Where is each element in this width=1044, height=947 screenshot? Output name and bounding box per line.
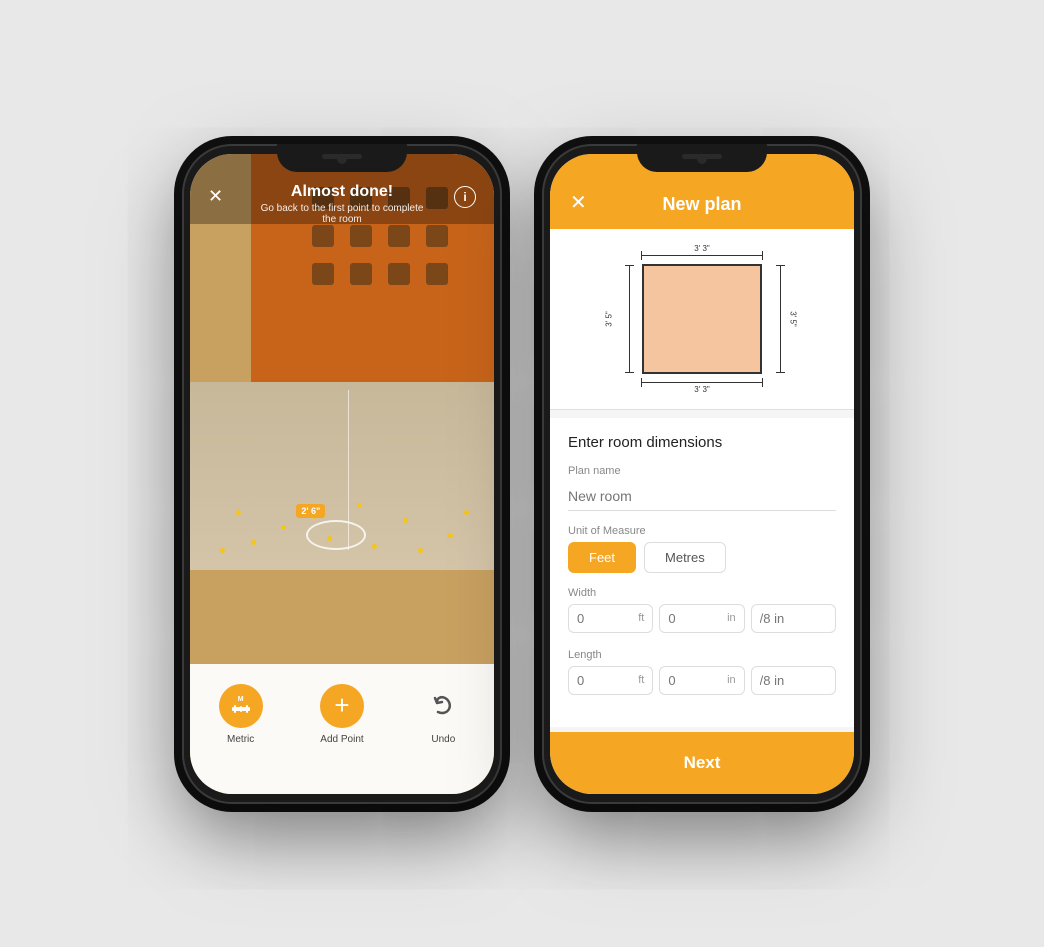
width-ft-unit: ft (638, 612, 644, 624)
feet-button[interactable]: Feet (568, 542, 636, 573)
ar-dot (448, 533, 453, 538)
form-screen: ✕ New plan 3' 3" (550, 154, 854, 794)
length-in-unit: in (727, 674, 736, 686)
ar-screen: 2' 6" ✕ Almost done! Go back to the firs… (190, 154, 494, 794)
width-frac-group (751, 604, 836, 633)
diagram-container: 3' 3" 3' 3" (622, 249, 782, 389)
width-frac-input[interactable] (760, 611, 827, 626)
length-in-input[interactable] (668, 673, 727, 688)
width-label: Width (568, 587, 836, 599)
form-body: 3' 3" 3' 3" (550, 229, 854, 732)
length-ft-group: ft (568, 666, 653, 695)
wall-hole (426, 263, 448, 285)
section-title: Enter room dimensions (568, 434, 836, 451)
next-button[interactable]: Next (568, 753, 836, 773)
wall-hole (312, 225, 334, 247)
left-phone: 2' 6" ✕ Almost done! Go back to the firs… (182, 144, 502, 804)
dim-line-left: 3' 5" (629, 265, 630, 373)
form-section-main: Enter room dimensions Plan name Unit of … (550, 418, 854, 727)
wall-hole (426, 225, 448, 247)
undo-label: Undo (431, 734, 455, 745)
ar-dot (220, 548, 225, 553)
ar-dot (418, 548, 423, 553)
dim-label-right: 3' 5" (788, 311, 797, 327)
metres-button[interactable]: Metres (644, 542, 726, 573)
ar-title: Almost done! (291, 183, 393, 201)
form-header-title: New plan (662, 194, 741, 215)
plan-name-label: Plan name (568, 465, 836, 477)
wall-hole (350, 225, 372, 247)
ar-dot (372, 544, 377, 549)
width-in-group: in (659, 604, 744, 633)
ar-dot (236, 510, 241, 515)
form-close-button[interactable]: ✕ (570, 190, 587, 215)
ar-dot (464, 510, 469, 515)
add-icon: + (320, 684, 364, 728)
length-frac-input[interactable] (760, 673, 827, 688)
form-header: ✕ New plan (550, 154, 854, 229)
dim-line-right: 3' 5" (780, 265, 781, 373)
length-ft-input[interactable] (577, 673, 638, 688)
right-phone-screen: ✕ New plan 3' 3" (550, 154, 854, 794)
diagram-room (642, 264, 762, 374)
ar-dot (403, 518, 408, 523)
ar-toolbar: M Metric + Add Point (190, 664, 494, 794)
ar-target-circle (306, 520, 366, 550)
length-frac-group (751, 666, 836, 695)
room-diagram: 3' 3" 3' 3" (550, 229, 854, 410)
ar-topbar: ✕ Almost done! Go back to the first poin… (190, 154, 494, 224)
left-phone-screen: 2' 6" ✕ Almost done! Go back to the firs… (190, 154, 494, 794)
metric-label: Metric (227, 734, 254, 745)
add-label: Add Point (320, 734, 363, 745)
wall-hole (312, 263, 334, 285)
ar-measurement-badge: 2' 6" (296, 504, 325, 518)
length-ft-unit: ft (638, 674, 644, 686)
width-ft-input[interactable] (577, 611, 638, 626)
unit-buttons: Feet Metres (568, 542, 836, 573)
ar-dot (357, 503, 362, 508)
undo-icon (421, 684, 465, 728)
dim-label-bottom: 3' 3" (694, 385, 710, 394)
length-label: Length (568, 649, 836, 661)
ar-add-tool[interactable]: + Add Point (320, 684, 364, 745)
dim-label-left: 3' 5" (604, 311, 613, 327)
dim-line-top: 3' 3" (641, 255, 763, 256)
notch-speaker-right (682, 154, 722, 159)
ar-dot (251, 540, 256, 545)
metric-icon: M (219, 684, 263, 728)
ar-dot (281, 525, 286, 530)
ar-undo-tool[interactable]: Undo (421, 684, 465, 745)
length-inputs: ft in (568, 666, 836, 695)
ar-close-button[interactable]: ✕ (208, 186, 223, 207)
length-in-group: in (659, 666, 744, 695)
width-in-input[interactable] (668, 611, 727, 626)
plus-icon: + (334, 690, 349, 721)
width-inputs: ft in (568, 604, 836, 633)
right-phone: ✕ New plan 3' 3" (542, 144, 862, 804)
ar-metric-tool[interactable]: M Metric (219, 684, 263, 745)
wall-hole (388, 225, 410, 247)
form-footer: Next (550, 732, 854, 794)
notch-speaker (322, 154, 362, 159)
wall-hole (350, 263, 372, 285)
dim-line-bottom: 3' 3" (641, 382, 763, 383)
ar-vertical-line (348, 390, 349, 550)
phones-container: 2' 6" ✕ Almost done! Go back to the firs… (152, 114, 892, 834)
dim-label-top: 3' 3" (694, 244, 710, 253)
unit-label: Unit of Measure (568, 525, 836, 537)
width-ft-group: ft (568, 604, 653, 633)
width-in-unit: in (727, 612, 736, 624)
plan-name-input[interactable] (568, 482, 836, 511)
ar-subtitle: Go back to the first point to completeth… (261, 203, 424, 225)
ar-info-button[interactable]: i (454, 186, 476, 208)
wall-hole (388, 263, 410, 285)
